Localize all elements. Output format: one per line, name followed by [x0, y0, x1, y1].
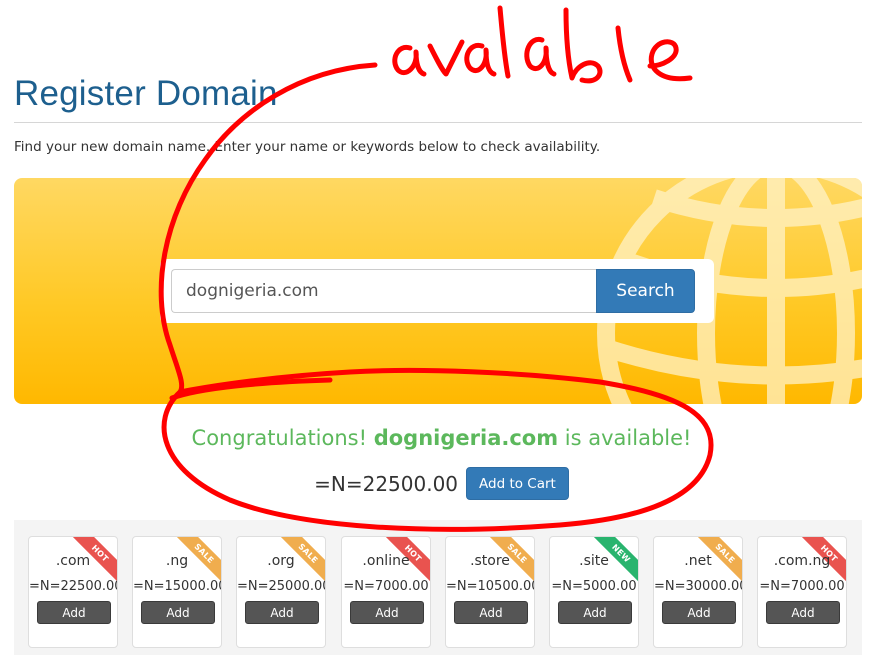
- tld-card-online: HOT .online =N=7000.00 Add: [341, 536, 431, 648]
- page-title: Register Domain: [14, 74, 278, 113]
- tld-card-com-ng: HOT .com.ng =N=7000.00 Add: [757, 536, 847, 648]
- title-divider: [14, 122, 862, 123]
- tld-name: .org: [267, 553, 295, 569]
- tld-price: =N=30000.00: [654, 579, 743, 594]
- tld-add-button[interactable]: Add: [454, 601, 528, 624]
- search-button[interactable]: Search: [596, 269, 695, 313]
- tld-price: =N=15000.00: [133, 579, 222, 594]
- tld-add-button[interactable]: Add: [37, 601, 111, 624]
- tld-add-button[interactable]: Add: [766, 601, 840, 624]
- tld-suggestions: HOT .com =N=22500.00 Add SALE .ng =N=150…: [14, 520, 862, 655]
- tld-card-com: HOT .com =N=22500.00 Add: [28, 536, 118, 648]
- tld-price: =N=7000.00: [343, 579, 429, 594]
- tld-price: =N=5000.00: [551, 579, 637, 594]
- tld-add-button[interactable]: Add: [141, 601, 215, 624]
- tld-card-store: SALE .store =N=10500.00 Add: [445, 536, 535, 648]
- tld-name: .com: [55, 553, 91, 569]
- availability-message: Congratulations! dognigeria.com is avail…: [0, 426, 883, 450]
- tld-name: .site: [579, 553, 609, 569]
- tld-name: .net: [684, 553, 712, 569]
- tld-price: =N=22500.00: [29, 579, 118, 594]
- tld-name: .ng: [165, 553, 189, 569]
- tld-name: .online: [362, 553, 410, 569]
- tld-price: =N=7000.00: [759, 579, 845, 594]
- intro-text: Find your new domain name. Enter your na…: [14, 139, 601, 155]
- tld-card-site: NEW .site =N=5000.00 Add: [549, 536, 639, 648]
- domain-search-input[interactable]: [171, 269, 597, 313]
- tld-card-org: SALE .org =N=25000.00 Add: [236, 536, 326, 648]
- tld-name: .com.ng: [773, 553, 831, 569]
- available-domain: dognigeria.com: [373, 426, 559, 450]
- result-price-row: =N=22500.00 Add to Cart: [0, 467, 883, 500]
- tld-add-button[interactable]: Add: [245, 601, 319, 624]
- tld-price: =N=10500.00: [446, 579, 535, 594]
- tld-card-net: SALE .net =N=30000.00 Add: [653, 536, 743, 648]
- availability-prefix: Congratulations!: [191, 426, 374, 450]
- search-hero-banner: Search: [14, 178, 862, 404]
- availability-suffix: is available!: [558, 426, 692, 450]
- tld-add-button[interactable]: Add: [558, 601, 632, 624]
- tld-add-button[interactable]: Add: [350, 601, 424, 624]
- tld-add-button[interactable]: Add: [662, 601, 736, 624]
- tld-name: .store: [470, 553, 510, 569]
- add-to-cart-button[interactable]: Add to Cart: [466, 467, 569, 500]
- tld-card-ng: SALE .ng =N=15000.00 Add: [132, 536, 222, 648]
- tld-price: =N=25000.00: [237, 579, 326, 594]
- domain-price: =N=22500.00: [314, 471, 459, 496]
- domain-search-box: Search: [160, 259, 714, 323]
